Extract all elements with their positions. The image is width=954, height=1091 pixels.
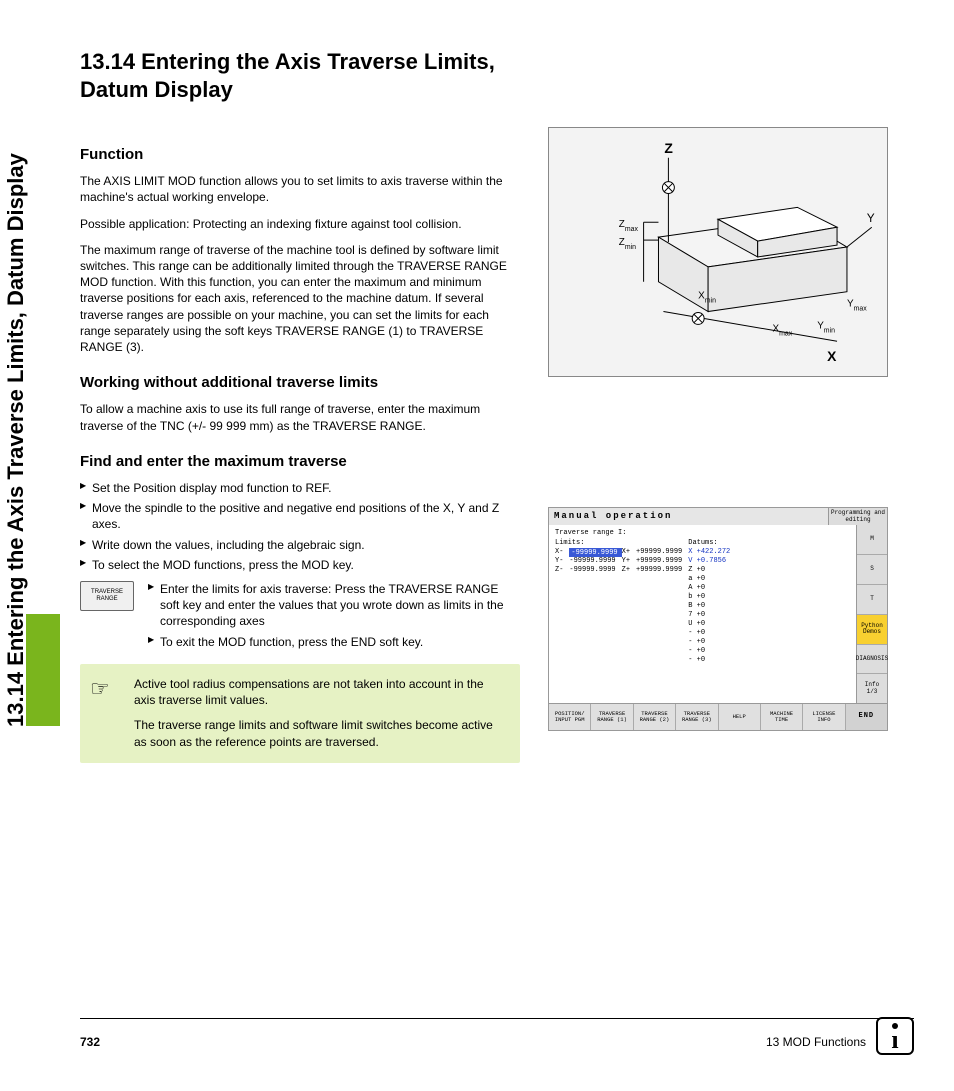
tnc-screenshot: Manual operation Programming and editing… xyxy=(548,507,888,731)
step-item: To select the MOD functions, press the M… xyxy=(80,557,520,573)
datums-header: Datums: xyxy=(688,539,736,548)
info-icon: ı xyxy=(876,1017,914,1055)
para: The AXIS LIMIT MOD function allows you t… xyxy=(80,173,520,205)
screen-sidebar: M S T Python Demos DIAGNOSIS Info 1/3 xyxy=(856,525,887,703)
para: The maximum range of traverse of the mac… xyxy=(80,242,520,355)
heading-find: Find and enter the maximum traverse xyxy=(80,452,520,472)
side-tab-text: 13.14 Entering the Axis Traverse Limits,… xyxy=(3,153,29,727)
step-item: Set the Position display mod function to… xyxy=(80,480,520,496)
side-tab-accent xyxy=(26,614,60,726)
step-item: Enter the limits for axis traverse: Pres… xyxy=(148,581,520,630)
axis-diagram: Z X Y Zmax Zmin Xmin Xmax Ymin Ymax xyxy=(548,127,888,377)
step-list: Set the Position display mod function to… xyxy=(80,480,520,573)
side-cell: DIAGNOSIS xyxy=(857,645,887,675)
softkey: MACHINE TIME xyxy=(761,704,803,730)
side-tab: 13.14 Entering the Axis Traverse Limits,… xyxy=(26,30,60,730)
z-label: Z xyxy=(664,140,673,156)
softkey: END xyxy=(846,704,887,730)
side-cell: T xyxy=(857,585,887,615)
section-heading: Entering the Axis Traverse Limits, Datum… xyxy=(80,49,495,102)
limits-header: Limits: xyxy=(555,539,688,548)
chapter-label: 13 MOD Functions xyxy=(766,1035,866,1049)
page-title: 13.14Entering the Axis Traverse Limits, … xyxy=(80,48,500,103)
side-cell: Python Demos xyxy=(857,615,887,645)
softkey: TRAVERSE RANGE (1) xyxy=(591,704,633,730)
heading-function: Function xyxy=(80,145,520,165)
screen-softkey-row: POSITION/ INPUT PGM TRAVERSE RANGE (1) T… xyxy=(549,703,887,730)
svg-text:Ymax: Ymax xyxy=(847,299,867,313)
range-header: Traverse range I: xyxy=(555,529,850,537)
heading-working: Working without additional traverse limi… xyxy=(80,373,520,393)
side-cell: Info 1/3 xyxy=(857,674,887,703)
screen-title: Manual operation xyxy=(549,508,828,525)
step-list: Enter the limits for axis traverse: Pres… xyxy=(148,581,520,654)
softkey: LICENSE INFO xyxy=(803,704,845,730)
svg-text:Zmax: Zmax xyxy=(619,219,639,233)
main-text-column: Function The AXIS LIMIT MOD function all… xyxy=(80,127,520,763)
screen-mode: Programming and editing xyxy=(828,508,887,525)
hand-icon: ☞ xyxy=(90,674,110,705)
note-text: The traverse range limits and software l… xyxy=(134,717,506,751)
page-number: 732 xyxy=(80,1035,100,1049)
side-cell: S xyxy=(857,555,887,585)
traverse-range-softkey-icon: TRAVERSE RANGE xyxy=(80,581,134,611)
step-item: Write down the values, including the alg… xyxy=(80,537,520,553)
step-item: To exit the MOD function, press the END … xyxy=(148,634,520,650)
softkey: POSITION/ INPUT PGM xyxy=(549,704,591,730)
para: To allow a machine axis to use its full … xyxy=(80,401,520,433)
softkey: HELP xyxy=(719,704,761,730)
softkey: TRAVERSE RANGE (3) xyxy=(676,704,718,730)
svg-text:Xmax: Xmax xyxy=(773,323,793,337)
step-item: Move the spindle to the positive and neg… xyxy=(80,500,520,532)
side-cell: M xyxy=(857,525,887,555)
para: Possible application: Protecting an inde… xyxy=(80,216,520,232)
svg-text:Zmin: Zmin xyxy=(619,237,636,251)
svg-text:Ymin: Ymin xyxy=(817,320,835,334)
softkey: TRAVERSE RANGE (2) xyxy=(634,704,676,730)
x-label: X xyxy=(827,348,837,364)
note-box: ☞ Active tool radius compensations are n… xyxy=(80,664,520,763)
section-number: 13.14 xyxy=(80,49,135,74)
page-footer: 732 13 MOD Functions ı xyxy=(80,1018,914,1061)
screen-main: Traverse range I: Limits: Datums: X--999… xyxy=(549,525,856,703)
note-text: Active tool radius compensations are not… xyxy=(134,676,506,710)
y-label: Y xyxy=(867,211,875,225)
